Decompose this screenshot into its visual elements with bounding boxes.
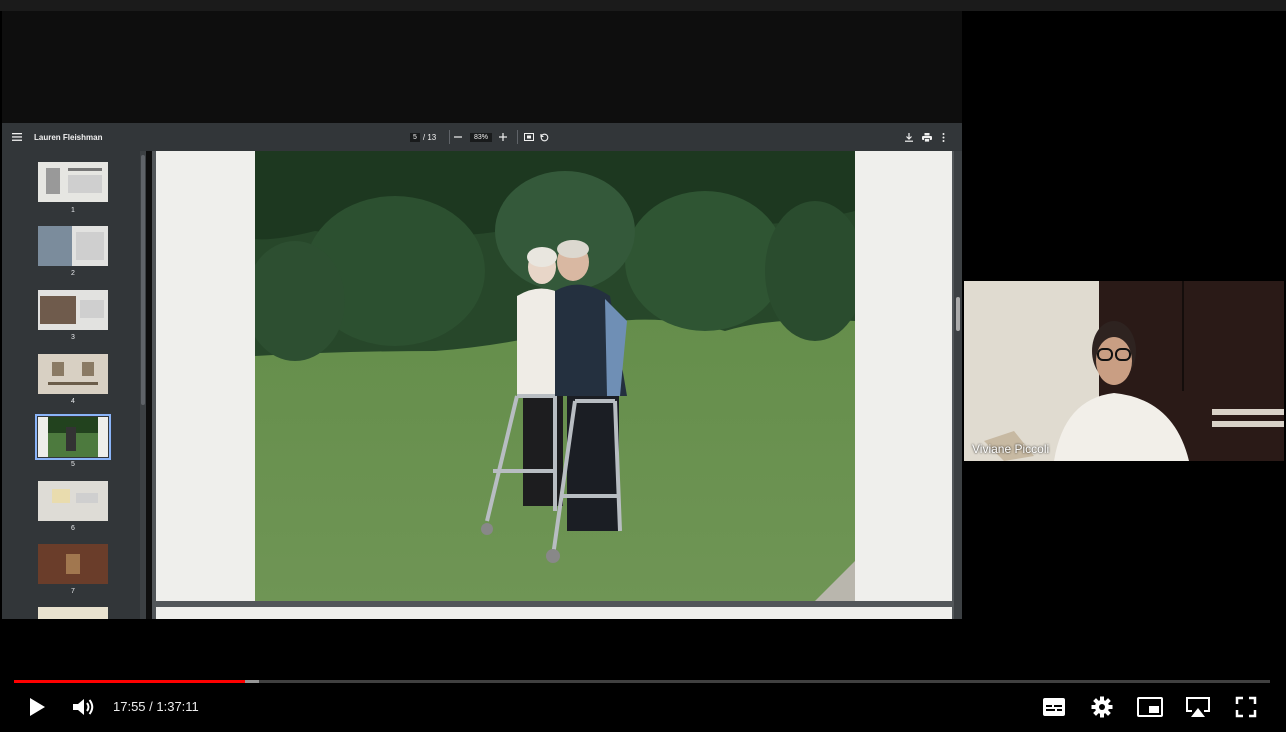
download-icon[interactable] — [905, 123, 913, 151]
pdf-page — [156, 151, 952, 601]
sidebar-scroll-thumb[interactable] — [141, 155, 145, 405]
miniplayer-button[interactable] — [1137, 694, 1163, 720]
thumbnail-label: 1 — [71, 207, 75, 214]
sidebar-scrollbar[interactable] — [140, 151, 146, 619]
participant-name: Viviane Piccoli — [972, 442, 1050, 456]
page-indicator: 5 / 13 — [410, 123, 436, 151]
progress-bar[interactable] — [14, 680, 1270, 683]
page-thumbnail-3[interactable] — [38, 290, 108, 330]
participant-video: Viviane Piccoli — [964, 281, 1284, 461]
zoom-out-icon[interactable] — [454, 123, 462, 151]
page-number-input[interactable]: 5 — [410, 132, 420, 142]
thumbnail-label: 6 — [71, 525, 75, 532]
menu-icon[interactable] — [12, 123, 22, 151]
document-title: Lauren Fleishman — [34, 132, 103, 142]
page-thumbnail-4[interactable] — [38, 354, 108, 394]
page-thumbnail-7[interactable] — [38, 544, 108, 584]
volume-button[interactable] — [70, 694, 96, 720]
viewer-scrollbar[interactable] — [954, 151, 962, 619]
participant-video-frame — [964, 281, 1284, 461]
page-thumbnail-8[interactable] — [38, 607, 108, 619]
zoom-value: 83% — [470, 132, 493, 142]
airplay-icon — [1186, 697, 1210, 717]
gear-icon — [1091, 696, 1113, 718]
pdf-page-viewer — [152, 151, 960, 619]
thumbnail-label: 2 — [71, 270, 75, 277]
toolbar-divider — [517, 130, 518, 144]
next-pdf-page — [156, 607, 952, 619]
viewer-scroll-thumb[interactable] — [956, 297, 960, 331]
page-thumbnail-6[interactable] — [38, 481, 108, 521]
toolbar-divider — [449, 130, 450, 144]
progress-played — [14, 680, 246, 683]
shared-screen: Lauren Fleishman 5 / 13 83% 1 2 3 4 5 6 … — [2, 11, 962, 619]
page-photo — [255, 151, 855, 601]
print-icon[interactable] — [922, 123, 932, 151]
subtitles-icon — [1043, 698, 1065, 716]
page-total: / 13 — [422, 132, 437, 142]
thumbnail-label: 4 — [71, 398, 75, 405]
play-button[interactable] — [24, 694, 50, 720]
rotate-icon[interactable] — [540, 123, 549, 151]
thumbnail-label: 3 — [71, 334, 75, 341]
page-thumbnail-5[interactable] — [35, 414, 111, 460]
time-display: 17:55 / 1:37:11 — [113, 699, 199, 714]
volume-icon — [73, 699, 94, 715]
fullscreen-icon — [1235, 696, 1257, 718]
thumbnail-label: 7 — [71, 588, 75, 595]
fit-page-icon[interactable] — [524, 123, 534, 151]
thumbnail-label: 5 — [71, 461, 75, 468]
play-icon — [30, 698, 45, 716]
page-thumbnail-1[interactable] — [38, 162, 108, 202]
thumbnail-sidebar: 1 2 3 4 5 6 7 — [2, 151, 146, 619]
pdf-toolbar: Lauren Fleishman 5 / 13 83% — [2, 123, 962, 151]
subtitles-button[interactable] — [1041, 694, 1067, 720]
settings-button[interactable] — [1089, 694, 1115, 720]
top-strip — [0, 0, 1286, 11]
airplay-button[interactable] — [1185, 694, 1211, 720]
page-thumbnail-2[interactable] — [38, 226, 108, 266]
zoom-level[interactable]: 83% — [470, 123, 493, 151]
miniplayer-icon — [1137, 697, 1163, 717]
zoom-in-icon[interactable] — [499, 123, 507, 151]
fullscreen-button[interactable] — [1233, 694, 1259, 720]
more-options-icon[interactable] — [942, 123, 945, 151]
